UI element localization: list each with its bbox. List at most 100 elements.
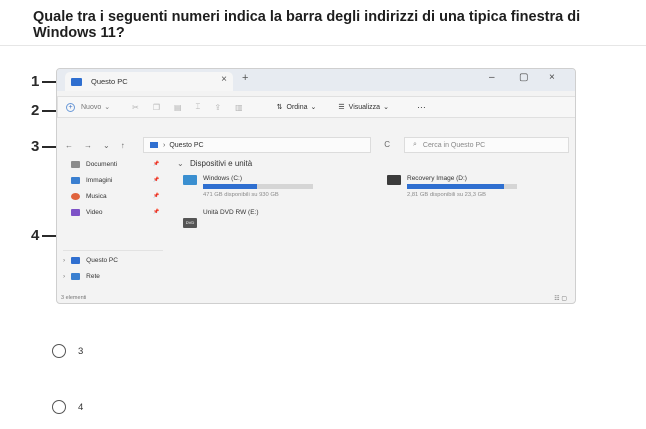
this-pc-icon [150,142,158,148]
view-toggle-icons[interactable]: ☷ ▢ [554,295,567,302]
delete-icon[interactable]: ▥ [235,103,243,112]
sort-label: Ordina [286,103,308,111]
pictures-icon [71,177,80,184]
close-button[interactable]: × [549,72,555,83]
drive-info: 471 GB disponibili su 930 GB [203,192,279,198]
drive-name: Recovery Image (D:) [407,175,467,182]
documents-icon [71,161,80,168]
title-bar: Questo PC × + – ▢ × [57,69,575,91]
search-icon: ⌕ [413,141,417,148]
marker-1: 1 [31,73,40,90]
forward-button[interactable]: → [84,141,92,150]
drive-d[interactable]: Recovery Image (D:) 2,81 GB disponibili … [387,175,537,203]
chevron-down-icon: ⌄ [104,104,111,111]
share-icon[interactable]: ⇪ [214,103,221,112]
sidebar-item-documenti[interactable]: Documenti [71,161,117,168]
cut-icon[interactable]: ✂ [132,103,139,112]
sidebar-item-label: Immagini [86,177,113,184]
tab-title: Questo PC [91,77,128,86]
view-icon: ☰ [338,104,345,111]
refresh-button[interactable]: C [384,140,390,149]
sidebar-item-video[interactable]: Video [71,209,103,216]
chevron-down-icon: ⌄ [177,159,184,168]
copy-icon[interactable]: ❐ [153,103,160,112]
pin-icon: 📌 [153,177,160,183]
sidebar-item-rete[interactable]: › Rete [63,273,100,280]
sidebar-item-musica[interactable]: Musica [71,193,107,200]
chevron-down-icon: ⌄ [310,104,317,111]
new-tab-button[interactable]: + [242,72,248,84]
marker-4: 4 [31,227,40,244]
view-button[interactable]: ☰ Visualizza ⌄ [338,103,389,112]
sidebar-item-questo-pc[interactable]: › Questo PC [63,257,118,264]
back-button[interactable]: ← [65,141,73,150]
radio-button[interactable] [52,344,66,358]
drive-c[interactable]: Windows (C:) 471 GB disponibili su 930 G… [183,175,333,203]
this-pc-icon [71,257,81,264]
pin-icon: 📌 [153,161,160,167]
drive-name: Windows (C:) [203,175,243,182]
plus-icon: + [66,102,75,112]
drive-usage-fill [203,184,257,189]
drive-usage-bar [407,184,517,189]
chevron-right-icon: › [63,273,66,280]
network-icon [71,273,81,280]
sort-button[interactable]: ⇅ Ordina ⌄ [276,103,317,112]
status-bar: 3 elementi ☷ ▢ [57,295,575,303]
marker-3: 3 [31,138,40,155]
pin-icon: 📌 [153,193,160,199]
rename-icon[interactable]: ⌶ [196,102,201,112]
new-label: Nuovo [81,103,102,111]
dvd-drive-icon: DVD [183,218,197,228]
drive-name: Unità DVD RW (E:) [203,209,259,216]
navigation-pane: Documenti 📌 Immagini 📌 Musica 📌 Video 📌 … [57,159,165,299]
chevron-down-icon: ⌄ [383,104,389,111]
section-devices[interactable]: ⌄ Dispositivi e unità [177,159,252,168]
command-bar: + Nuovo ⌄ ✂ ❐ ▤ ⌶ ⇪ ▥ ⇅ Ordina ⌄ ☰ Visua… [57,96,575,118]
answer-option-3[interactable]: 3 [52,344,83,358]
sidebar-item-label: Documenti [86,161,118,168]
content-pane: ⌄ Dispositivi e unità Windows (C:) 471 G… [175,159,575,299]
search-input[interactable]: ⌕ Cerca in Questo PC [404,137,569,153]
sort-icon: ⇅ [276,104,283,111]
paste-icon[interactable]: ▤ [174,103,182,112]
option-label: 4 [78,401,84,413]
question-divider [0,45,646,46]
tab-questo-pc[interactable]: Questo PC × [65,72,233,91]
more-options-button[interactable]: ··· [417,102,426,112]
radio-button[interactable] [52,400,66,414]
windows-drive-icon [183,175,197,185]
item-count: 3 elementi [61,295,87,301]
minimize-button[interactable]: – [489,72,495,83]
sidebar-item-immagini[interactable]: Immagini [71,177,112,184]
address-path: Questo PC [169,141,204,149]
drive-info: 2,81 GB disponibili su 23,3 GB [407,192,486,198]
question-text: Quale tra i seguenti numeri indica la ba… [33,9,581,41]
maximize-button[interactable]: ▢ [519,72,528,83]
view-label: Visualizza [348,103,381,111]
section-title: Dispositivi e unità [189,159,253,168]
chevron-right-icon: › [163,141,166,149]
search-placeholder: Cerca in Questo PC [422,141,486,149]
recent-locations-button[interactable]: ⌄ [103,141,110,150]
address-bar[interactable]: › Questo PC C [143,137,390,153]
music-icon [71,193,80,200]
drive-usage-bar [203,184,313,189]
drive-usage-fill [407,184,504,189]
drive-icon [387,175,401,185]
chevron-right-icon: › [63,257,66,264]
option-label: 3 [78,345,84,357]
close-icon[interactable]: × [221,74,227,85]
new-button[interactable]: + Nuovo ⌄ [66,102,111,112]
answer-option-4[interactable]: 4 [52,400,83,414]
up-button[interactable]: ↑ [121,141,125,150]
drive-e[interactable]: DVD Unità DVD RW (E:) [183,209,333,235]
sidebar-item-label: Video [86,209,103,216]
address-bar-row: ← → ⌄ ↑ › Questo PC C ⌕ Cerca in Questo … [57,135,575,155]
sidebar-item-label: Musica [86,193,107,200]
pin-icon: 📌 [153,209,160,215]
videos-icon [71,209,80,216]
side-separator [63,250,163,251]
this-pc-icon [71,77,82,86]
explorer-window: Questo PC × + – ▢ × + Nuovo ⌄ ✂ ❐ ▤ ⌶ ⇪ … [56,68,576,304]
